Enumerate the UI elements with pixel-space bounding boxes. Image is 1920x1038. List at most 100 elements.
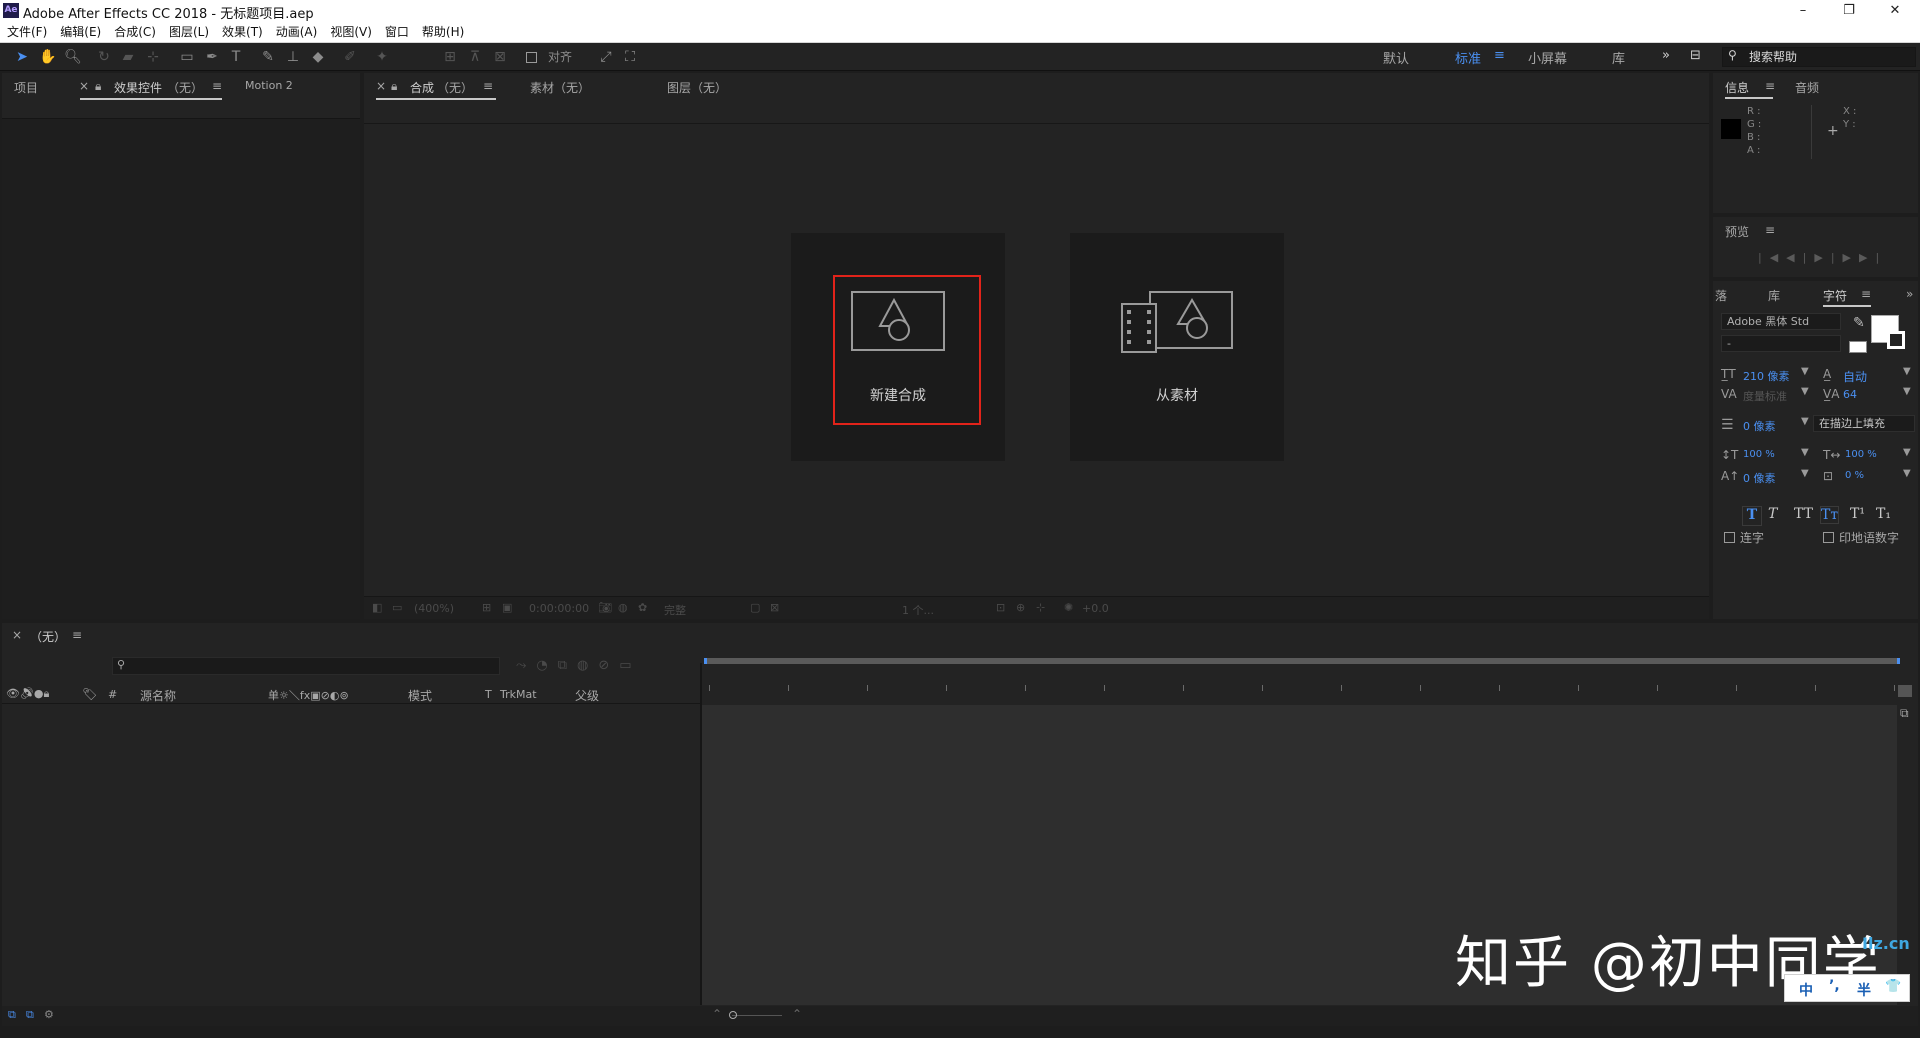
- tab-character[interactable]: 字符: [1823, 287, 1847, 304]
- panel-menu-icon[interactable]: ≡: [1765, 79, 1775, 93]
- close-tab-icon[interactable]: ×: [376, 79, 386, 93]
- tab-audio[interactable]: 音频: [1795, 79, 1819, 96]
- menu-view[interactable]: 视图(V): [323, 22, 378, 43]
- tab-preview[interactable]: 预览: [1725, 223, 1749, 240]
- zoom-slider-track[interactable]: [732, 1015, 782, 1016]
- new-composition-card[interactable]: 新建合成: [791, 233, 1005, 461]
- snapping-icon[interactable]: ⛶: [620, 47, 640, 67]
- rotate-tool-icon[interactable]: ↻: [94, 47, 114, 67]
- region-icon[interactable]: ▣: [502, 601, 512, 614]
- horizontal-scale-value[interactable]: 100 %: [1845, 449, 1877, 460]
- dropdown-arrow-icon[interactable]: ▼: [1801, 366, 1809, 377]
- snap-option-icon[interactable]: ⊠: [490, 47, 510, 67]
- close-window-button[interactable]: ✕: [1872, 0, 1918, 22]
- from-footage-card[interactable]: 从素材: [1070, 233, 1284, 461]
- menu-effect[interactable]: 效果(T): [215, 22, 269, 43]
- none-color-icon[interactable]: [1849, 341, 1867, 353]
- snap-option-icon[interactable]: ⊼: [465, 47, 485, 67]
- graph-editor-icon[interactable]: ⊘: [598, 658, 619, 673]
- mode-header[interactable]: 模式: [408, 687, 432, 704]
- vertical-scale-value[interactable]: 100 %: [1743, 449, 1775, 460]
- channel-icon[interactable]: ◍: [618, 601, 628, 614]
- tab-timeline-none[interactable]: （无）: [30, 628, 66, 645]
- label-icon[interactable]: 🏷︎: [82, 687, 97, 701]
- frame-blend-icon[interactable]: ⧉: [558, 658, 577, 673]
- panel-menu-icon[interactable]: ≡: [72, 628, 82, 642]
- panel-menu-icon[interactable]: ≡: [1765, 223, 1775, 237]
- resolution-dropdown[interactable]: 完整: [664, 602, 686, 618]
- dropdown-arrow-icon[interactable]: ▼: [1903, 366, 1911, 377]
- minimize-button[interactable]: –: [1780, 0, 1826, 22]
- 3d-view-icon[interactable]: ⊡: [996, 601, 1005, 614]
- kerning-value[interactable]: 度量标准: [1743, 388, 1787, 404]
- panel-menu-icon[interactable]: ≡: [483, 79, 493, 93]
- menu-file[interactable]: 文件(F): [0, 22, 53, 43]
- hide-shy-icon[interactable]: ◔: [536, 658, 557, 673]
- av-features-icons[interactable]: 👁︎🔊︎●🔒︎: [6, 687, 49, 701]
- menu-window[interactable]: 窗口: [378, 22, 415, 43]
- font-size-value[interactable]: 210 像素: [1743, 368, 1790, 384]
- first-frame-icon[interactable]: |◀: [1758, 251, 1786, 264]
- tracking-value[interactable]: 64: [1843, 388, 1857, 401]
- tab-libraries[interactable]: 库: [1768, 287, 1780, 304]
- ime-half-width[interactable]: 半: [1857, 980, 1871, 1000]
- help-search-input[interactable]: 搜索帮助: [1722, 47, 1916, 67]
- panel-layout-icon[interactable]: ⊟: [1690, 48, 1701, 63]
- ime-punctuation[interactable]: ’,: [1829, 978, 1840, 994]
- rectangle-tool-icon[interactable]: ▭: [177, 47, 197, 67]
- draft-3d-icon[interactable]: ⤳: [516, 658, 536, 673]
- axis-mode-icon[interactable]: ⤢: [596, 47, 616, 67]
- workspace-menu-icon[interactable]: ≡: [1494, 48, 1505, 63]
- tab-effect-controls[interactable]: 效果控件: [114, 79, 162, 96]
- dropdown-arrow-icon[interactable]: ▼: [1903, 468, 1911, 479]
- zoom-slider-thumb[interactable]: [729, 1011, 737, 1019]
- small-caps-button[interactable]: Tт: [1820, 506, 1840, 524]
- always-preview-icon[interactable]: ◧: [372, 601, 382, 614]
- workspace-small-screen[interactable]: 小屏幕: [1528, 48, 1567, 67]
- menu-animation[interactable]: 动画(A): [269, 22, 324, 43]
- close-tab-icon[interactable]: ×: [79, 79, 89, 93]
- tab-footage[interactable]: 素材（无）: [530, 79, 590, 96]
- ligature-checkbox[interactable]: [1724, 532, 1735, 543]
- align-checkbox[interactable]: [526, 52, 537, 63]
- eyedropper-icon[interactable]: ✎: [1853, 315, 1865, 331]
- baseline-shift-value[interactable]: 0 像素: [1743, 470, 1776, 486]
- menu-composition[interactable]: 合成(C): [107, 22, 162, 43]
- prev-frame-icon[interactable]: ◀|: [1786, 251, 1814, 264]
- camera-tool-icon[interactable]: ▰: [118, 47, 138, 67]
- zoom-tool-icon[interactable]: 🔍︎: [63, 47, 83, 67]
- toggle-render-time-icon[interactable]: ⚙: [44, 1008, 54, 1021]
- font-family-dropdown[interactable]: Adobe 黑体 Std: [1721, 313, 1841, 330]
- workspace-libraries[interactable]: 库: [1612, 48, 1625, 67]
- monitor-icon[interactable]: ▭: [392, 601, 402, 614]
- transparency-grid-icon[interactable]: ⊠: [770, 601, 779, 614]
- zoom-in-icon[interactable]: ⌃: [792, 1007, 802, 1021]
- next-frame-icon[interactable]: |▶: [1831, 251, 1859, 264]
- brush-tool-icon[interactable]: ✎: [258, 47, 278, 67]
- stroke-mode-dropdown[interactable]: 在描边上填充: [1813, 415, 1915, 432]
- source-name-header[interactable]: 源名称: [140, 687, 176, 704]
- stroke-color-swatch[interactable]: [1887, 331, 1905, 349]
- maximize-button[interactable]: ❐: [1826, 0, 1872, 22]
- leading-value[interactable]: 自动: [1843, 368, 1867, 385]
- menu-layer[interactable]: 图层(L): [162, 22, 215, 43]
- zoom-dropdown[interactable]: (400%): [414, 602, 454, 615]
- lock-icon[interactable]: 🔒︎: [391, 79, 397, 94]
- zoom-out-icon[interactable]: ⌃: [712, 1007, 722, 1021]
- dropdown-arrow-icon[interactable]: ▼: [1801, 447, 1809, 458]
- exposure-value[interactable]: +0.0: [1082, 602, 1109, 615]
- lock-icon[interactable]: 🔒︎: [95, 79, 101, 94]
- grid-icon[interactable]: ⊞: [482, 601, 491, 614]
- tsume-value[interactable]: 0 %: [1845, 470, 1864, 481]
- workspace-default[interactable]: 默认: [1383, 48, 1409, 67]
- roi-icon[interactable]: ▢: [750, 601, 760, 614]
- faux-italic-button[interactable]: T: [1768, 506, 1777, 522]
- exposure-icon[interactable]: ✺: [1064, 601, 1073, 614]
- snapshot-icon[interactable]: 📷︎: [598, 601, 612, 614]
- roto-brush-tool-icon[interactable]: ✐: [340, 47, 360, 67]
- clone-stamp-tool-icon[interactable]: ⊥: [283, 47, 303, 67]
- hand-tool-icon[interactable]: ✋: [38, 47, 58, 67]
- tab-info[interactable]: 信息: [1725, 79, 1749, 96]
- comp-button-icon[interactable]: ⧉: [1900, 706, 1909, 721]
- close-tab-icon[interactable]: ×: [12, 628, 22, 642]
